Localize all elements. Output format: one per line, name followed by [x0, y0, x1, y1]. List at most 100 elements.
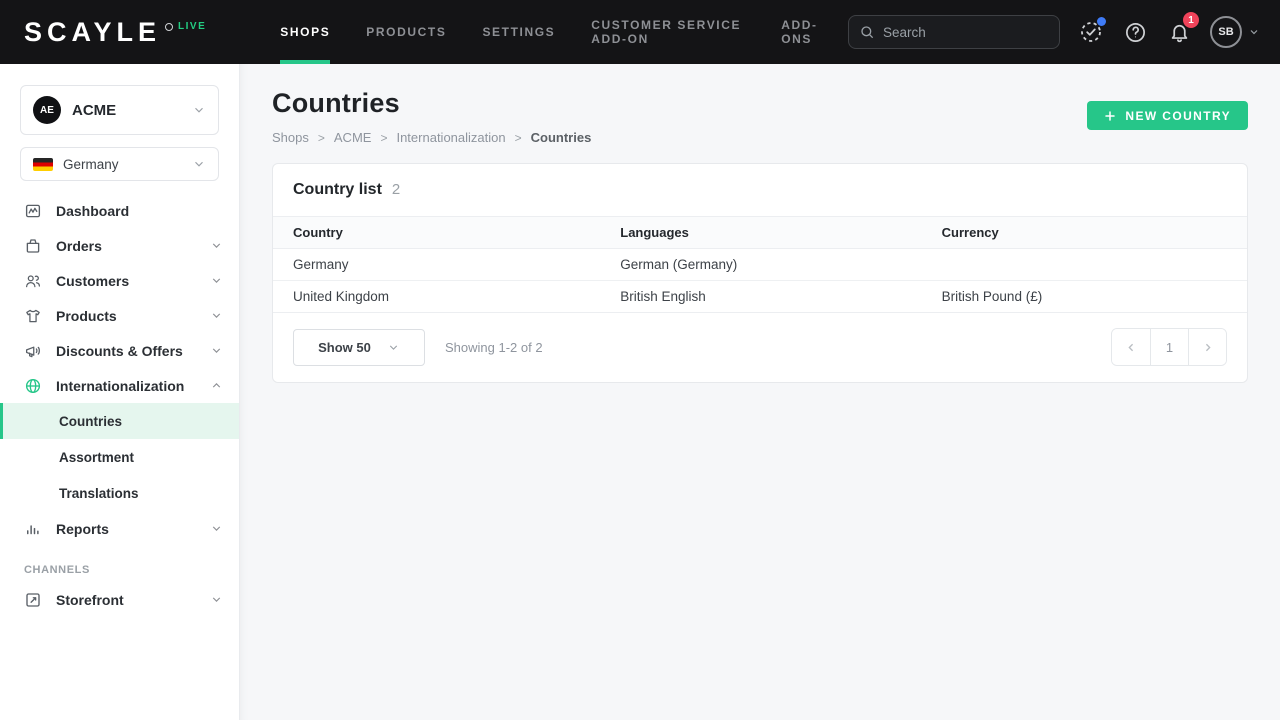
table-row-united-kingdom[interactable]: United Kingdom British English British P…	[273, 281, 1247, 313]
live-ring-icon	[165, 23, 173, 31]
chevron-down-icon	[210, 309, 223, 322]
menu-label: Reports	[56, 521, 109, 537]
sidebar-item-internationalization[interactable]: Internationalization	[0, 368, 239, 403]
sidebar-subitem-assortment[interactable]: Assortment	[0, 439, 239, 475]
previous-page-button[interactable]	[1112, 329, 1150, 365]
customers-icon	[24, 272, 42, 290]
cell-languages: German (Germany)	[600, 249, 921, 280]
sidebar: AE ACME Germany Dashboard Orders Custome…	[0, 64, 240, 720]
menu-label: Internationalization	[56, 378, 184, 394]
shop-name: ACME	[72, 102, 116, 119]
chevron-up-icon	[210, 379, 223, 392]
help-button[interactable]	[1122, 19, 1148, 45]
breadcrumb-acme[interactable]: ACME	[334, 130, 372, 145]
sidebar-item-reports[interactable]: Reports	[0, 511, 239, 546]
sidebar-item-dashboard[interactable]: Dashboard	[0, 193, 239, 228]
showing-range-text: Showing 1-2 of 2	[445, 340, 543, 355]
menu-label: Storefront	[56, 592, 124, 608]
storefront-icon	[24, 591, 42, 609]
sidebar-subitem-translations[interactable]: Translations	[0, 475, 239, 511]
chevron-down-icon	[210, 239, 223, 252]
logo-text: SCAYLE	[24, 19, 161, 46]
sidebar-subitem-countries[interactable]: Countries	[0, 403, 239, 439]
table-row-germany[interactable]: Germany German (Germany)	[273, 249, 1247, 281]
top-navigation: SHOPS PRODUCTS SETTINGS CUSTOMER SERVICE…	[262, 0, 848, 64]
chevron-right-icon	[1201, 341, 1214, 354]
breadcrumb: Shops ACME Internationalization Countrie…	[272, 130, 591, 145]
user-menu[interactable]: SB	[1210, 16, 1260, 48]
page-title: Countries	[272, 88, 591, 119]
card-header: Country list 2	[273, 164, 1247, 217]
germany-flag-icon	[33, 158, 53, 171]
chevron-left-icon	[1125, 341, 1138, 354]
avatar: SB	[1210, 16, 1242, 48]
live-label: LIVE	[178, 21, 206, 32]
release-status-button[interactable]	[1078, 19, 1104, 45]
country-name: Germany	[63, 157, 119, 172]
chevron-down-icon	[1248, 26, 1260, 38]
cell-languages: British English	[600, 281, 921, 312]
breadcrumb-shops[interactable]: Shops	[272, 130, 309, 145]
page-number[interactable]: 1	[1150, 329, 1188, 365]
new-country-button[interactable]: NEW COUNTRY	[1087, 101, 1248, 130]
notification-badge: 1	[1183, 12, 1199, 28]
notifications-button[interactable]: 1	[1166, 19, 1192, 45]
dashboard-icon	[24, 202, 42, 220]
country-selector[interactable]: Germany	[20, 147, 219, 181]
topnav-shops[interactable]: SHOPS	[262, 0, 348, 64]
cell-country: United Kingdom	[273, 281, 600, 312]
chevron-down-icon	[210, 274, 223, 287]
chevron-down-icon	[192, 103, 206, 117]
menu-label: Products	[56, 308, 117, 324]
menu-label: Orders	[56, 238, 102, 254]
page-size-select[interactable]: Show 50	[293, 329, 425, 366]
scayle-logo[interactable]: SCAYLE LIVE	[0, 0, 206, 64]
search-box[interactable]	[848, 15, 1060, 49]
main-content: Countries Shops ACME Internationalizatio…	[240, 64, 1280, 720]
shop-avatar: AE	[33, 96, 61, 124]
chevron-down-icon	[210, 593, 223, 606]
chevron-down-icon	[387, 341, 400, 354]
breadcrumb-countries: Countries	[531, 130, 592, 145]
sidebar-item-customers[interactable]: Customers	[0, 263, 239, 298]
pagination: 1	[1111, 328, 1227, 366]
search-icon	[859, 24, 875, 40]
topbar-right: 1 SB	[848, 0, 1280, 64]
sidebar-item-orders[interactable]: Orders	[0, 228, 239, 263]
sidebar-item-storefront[interactable]: Storefront	[0, 582, 239, 617]
card-footer: Show 50 Showing 1-2 of 2 1	[273, 313, 1247, 382]
megaphone-icon	[24, 342, 42, 360]
cell-country: Germany	[273, 249, 600, 280]
topbar: SCAYLE LIVE SHOPS PRODUCTS SETTINGS CUST…	[0, 0, 1280, 64]
topnav-settings[interactable]: SETTINGS	[464, 0, 573, 64]
search-input[interactable]	[883, 25, 1049, 40]
card-count: 2	[392, 181, 400, 198]
column-header-country: Country	[273, 217, 600, 248]
country-list-card: Country list 2 Country Languages Currenc…	[272, 163, 1248, 383]
next-page-button[interactable]	[1188, 329, 1226, 365]
menu-label: Discounts & Offers	[56, 343, 183, 359]
topnav-products[interactable]: PRODUCTS	[348, 0, 464, 64]
plus-icon	[1104, 110, 1116, 122]
logo-live-group: LIVE	[165, 21, 206, 32]
channels-section-label: CHANNELS	[24, 564, 239, 576]
question-circle-icon	[1124, 21, 1147, 44]
topnav-add-ons[interactable]: ADD-ONS	[763, 0, 848, 64]
column-header-languages: Languages	[600, 217, 921, 248]
countries-table: Country Languages Currency Germany Germa…	[273, 217, 1247, 313]
shop-selector[interactable]: AE ACME	[20, 85, 219, 135]
chevron-down-icon	[192, 157, 206, 171]
menu-label: Dashboard	[56, 203, 129, 219]
globe-icon	[24, 377, 42, 395]
sidebar-item-discounts-offers[interactable]: Discounts & Offers	[0, 333, 239, 368]
topnav-customer-service-add-on[interactable]: CUSTOMER SERVICE ADD-ON	[573, 0, 763, 64]
bar-chart-icon	[24, 520, 42, 538]
card-title: Country list	[293, 181, 382, 199]
breadcrumb-separator-icon	[380, 131, 387, 145]
new-country-label: NEW COUNTRY	[1125, 109, 1231, 123]
table-header-row: Country Languages Currency	[273, 217, 1247, 249]
breadcrumb-internationalization[interactable]: Internationalization	[396, 130, 505, 145]
menu-label: Customers	[56, 273, 129, 289]
page-size-label: Show 50	[318, 340, 371, 355]
sidebar-item-products[interactable]: Products	[0, 298, 239, 333]
